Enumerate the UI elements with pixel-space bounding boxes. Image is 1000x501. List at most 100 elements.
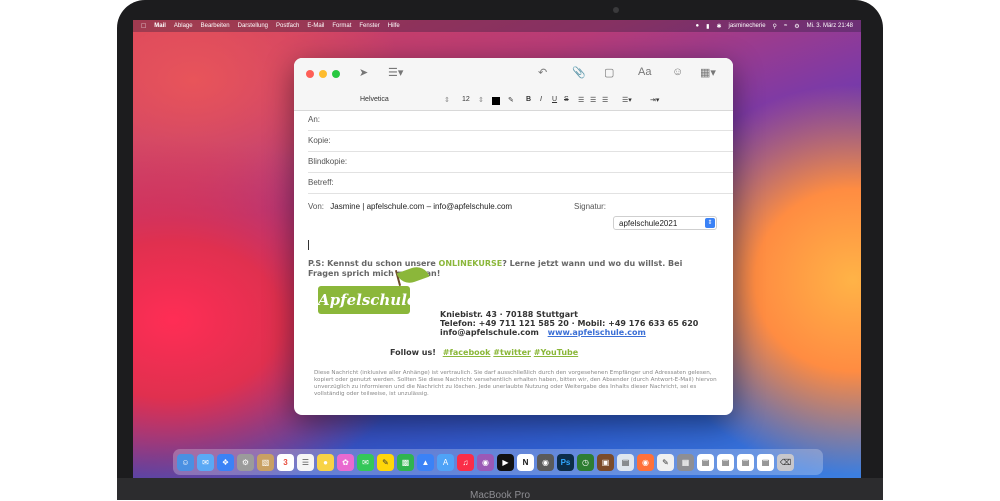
font-select[interactable]: Helvetica: [360, 96, 389, 103]
menu-format[interactable]: Format: [332, 23, 351, 29]
photos-icon[interactable]: ✿: [337, 453, 354, 471]
facebook-link[interactable]: #facebook: [443, 348, 491, 357]
notion-icon[interactable]: N: [517, 453, 534, 471]
to-label: An:: [308, 115, 321, 124]
format-icon[interactable]: Aa: [638, 66, 651, 78]
search-icon[interactable]: ⚲: [773, 23, 777, 30]
font-select-arrow-icon[interactable]: ⇕: [444, 96, 450, 104]
apfelschule-logo: Apfelschule: [318, 286, 416, 314]
calendar-icon[interactable]: 3: [277, 453, 294, 471]
reply-icon[interactable]: ↶: [538, 66, 547, 79]
wifi-icon[interactable]: ≈: [784, 23, 787, 29]
music-icon[interactable]: ♫: [457, 453, 474, 471]
to-field[interactable]: An:: [308, 110, 733, 131]
italic-button[interactable]: I: [540, 96, 542, 103]
signature-label: Signatur:: [574, 202, 607, 211]
app-store-icon[interactable]: A: [437, 453, 454, 471]
align-left-icon[interactable]: ☰: [578, 96, 584, 104]
size-select[interactable]: 12: [462, 96, 470, 103]
control-center-icon[interactable]: ⚙: [794, 23, 799, 30]
cc-label: Kopie:: [308, 136, 331, 145]
menu-ablage[interactable]: Ablage: [174, 23, 193, 29]
menu-fenster[interactable]: Fenster: [359, 23, 379, 29]
battery-icon[interactable]: ▮: [706, 23, 709, 30]
bold-button[interactable]: B: [526, 96, 531, 103]
cc-field[interactable]: Kopie:: [308, 131, 733, 152]
desktop:  Mail Ablage Bearbeiten Darstellung Pos…: [133, 20, 861, 478]
text-color-swatch[interactable]: [492, 97, 500, 105]
from-select[interactable]: Jasmine | apfelschule.com – info@apfelsc…: [330, 202, 512, 211]
podcasts-icon[interactable]: ◉: [477, 453, 494, 471]
subject-label: Betreff:: [308, 178, 334, 187]
finder-icon[interactable]: ☺: [177, 453, 194, 471]
zoom-button[interactable]: [332, 70, 340, 78]
activity-monitor-icon[interactable]: ◉: [537, 453, 554, 471]
close-button[interactable]: [306, 70, 314, 78]
camera: [613, 7, 619, 13]
menu-bar:  Mail Ablage Bearbeiten Darstellung Pos…: [133, 20, 861, 32]
document-icon[interactable]: ▤: [697, 453, 714, 471]
apple-menu-icon[interactable]: : [141, 23, 146, 30]
safari-icon[interactable]: ❖: [217, 453, 234, 471]
messages-icon[interactable]: ✉: [357, 453, 374, 471]
onlinekurse-link[interactable]: ONLINEKURSE: [439, 259, 503, 268]
preferences-icon[interactable]: ⚙: [237, 453, 254, 471]
size-select-arrow-icon[interactable]: ⇕: [478, 96, 484, 104]
signature-select[interactable]: apfelschule2021 ⇕: [613, 216, 717, 230]
status-icon[interactable]: ●: [696, 23, 700, 29]
underline-button[interactable]: U: [552, 96, 557, 103]
highlight-icon[interactable]: ✎: [508, 96, 514, 104]
menu-darstellung[interactable]: Darstellung: [238, 23, 268, 29]
indent-icon[interactable]: ⇥▾: [650, 96, 659, 104]
numbers-icon[interactable]: ▩: [397, 453, 414, 471]
notes-icon[interactable]: ☰: [297, 453, 314, 471]
photo-browser-icon[interactable]: ▦▾: [700, 66, 716, 79]
disk-utility-icon[interactable]: ▤: [617, 453, 634, 471]
align-center-icon[interactable]: ☰: [590, 96, 596, 104]
minimize-button[interactable]: [319, 70, 327, 78]
header-fields-icon[interactable]: ☰▾: [388, 66, 403, 79]
trash-icon[interactable]: ⌫: [777, 453, 794, 471]
downloads-stack-icon[interactable]: ▤: [757, 453, 774, 471]
ps-suffix: ? Lerne jetzt wann und wo du willst. Bei: [502, 259, 683, 268]
mail-icon[interactable]: ✉: [197, 453, 214, 471]
twitter-link[interactable]: #twitter: [493, 348, 531, 357]
document2-icon[interactable]: ▤: [717, 453, 734, 471]
contacts-icon[interactable]: ▧: [257, 453, 274, 471]
photo-booth-icon[interactable]: ▣: [597, 453, 614, 471]
photoshop-icon[interactable]: Ps: [557, 453, 574, 471]
tv-icon[interactable]: ▶: [497, 453, 514, 471]
emoji-icon[interactable]: ☺: [672, 66, 683, 78]
laptop-base: MacBook Pro: [117, 478, 883, 501]
website-link[interactable]: www.apfelschule.com: [548, 328, 646, 337]
keynote-icon[interactable]: ▲: [417, 453, 434, 471]
attachment-icon[interactable]: 📎: [572, 66, 586, 79]
bcc-field[interactable]: Blindkopie:: [308, 152, 733, 173]
menu-mail[interactable]: Mail: [154, 23, 166, 29]
user-name[interactable]: jasminecherie: [729, 23, 766, 29]
bluetooth-icon[interactable]: ✱: [716, 23, 721, 30]
follow-line: Follow us! #facebook #twitter #YouTube: [390, 348, 578, 357]
preview-icon[interactable]: ▦: [677, 453, 694, 471]
send-icon[interactable]: ➤: [359, 66, 368, 79]
time-machine-icon[interactable]: ◷: [577, 453, 594, 471]
strikethrough-button[interactable]: S: [564, 96, 569, 103]
youtube-link[interactable]: #YouTube: [534, 348, 578, 357]
firefox-icon[interactable]: ◉: [637, 453, 654, 471]
disclaimer-text: Diese Nachricht (inklusive aller Anhänge…: [314, 370, 717, 397]
subject-field[interactable]: Betreff:: [308, 173, 733, 194]
menu-email[interactable]: E-Mail: [307, 23, 324, 29]
menu-hilfe[interactable]: Hilfe: [388, 23, 400, 29]
menu-bearbeiten[interactable]: Bearbeiten: [201, 23, 230, 29]
document3-icon[interactable]: ▤: [737, 453, 754, 471]
email-link[interactable]: info@apfelschule.com: [440, 328, 539, 337]
reminders-icon[interactable]: ●: [317, 453, 334, 471]
clock[interactable]: Mi. 3. März 21:48: [807, 23, 853, 29]
markup-icon[interactable]: ▢: [604, 66, 614, 79]
menu-postfach[interactable]: Postfach: [276, 23, 299, 29]
compose-window: ➤ ☰▾ ↶ 📎 ▢ Aa ☺ ▦▾ Helvetica ⇕ 12 ⇕ ✎ B …: [294, 58, 733, 415]
list-icon[interactable]: ☰▾: [622, 96, 632, 104]
script-editor-icon[interactable]: ✎: [657, 453, 674, 471]
pages-icon[interactable]: ✎: [377, 453, 394, 471]
align-right-icon[interactable]: ☰: [602, 96, 608, 104]
